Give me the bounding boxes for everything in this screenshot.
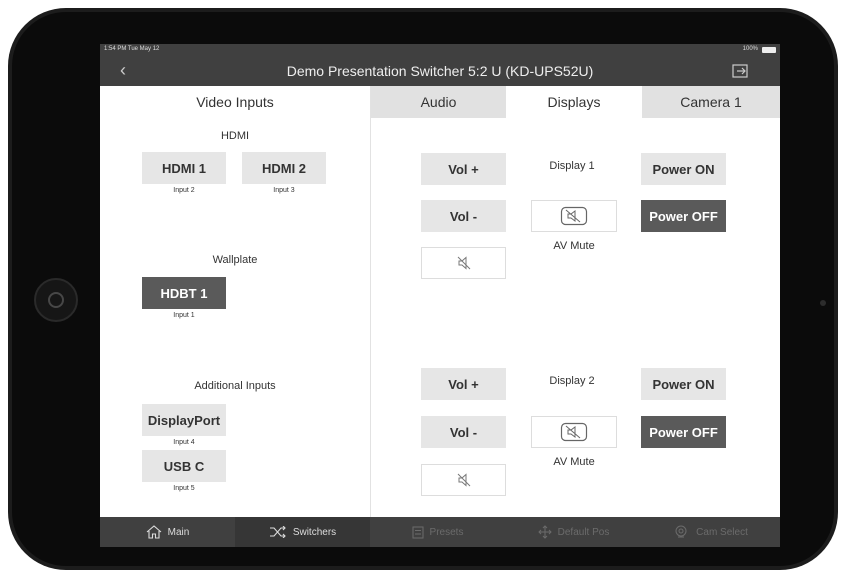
camera-select-icon	[675, 525, 687, 538]
input-hdbt-1-sub: Input 1	[173, 312, 195, 319]
input-hdmi-1-sub: Input 2	[173, 187, 195, 194]
tab-displays[interactable]: Displays	[506, 86, 642, 118]
input-usb-c-button[interactable]: USB C	[142, 450, 226, 482]
home-hardware-button[interactable]	[34, 278, 78, 322]
tab-camera-1[interactable]: Camera 1	[642, 86, 780, 118]
nav-main[interactable]: Main	[100, 517, 235, 547]
nav-presets[interactable]: Presets	[370, 517, 505, 547]
tab-audio[interactable]: Audio	[371, 86, 506, 118]
title-bar: ‹ Demo Presentation Switcher 5:2 U (KD-U…	[100, 56, 780, 86]
input-hdmi-2-button[interactable]: HDMI 2	[242, 152, 326, 184]
display-1-power-off-button[interactable]: Power OFF	[641, 200, 726, 232]
display-2-vol-up-button[interactable]: Vol +	[421, 368, 506, 400]
input-hdbt-1-button[interactable]: HDBT 1	[142, 277, 226, 309]
battery-percent: 100%	[742, 46, 758, 52]
hdmi-group-label: HDMI	[220, 130, 250, 142]
home-icon	[146, 525, 162, 539]
display-2-audio-mute-button[interactable]	[421, 464, 506, 496]
bottom-nav: Main Switchers Presets Default Pos Cam S…	[100, 517, 780, 547]
nav-default-pos[interactable]: Default Pos	[505, 517, 642, 547]
video-inputs-title: Video Inputs	[196, 94, 274, 110]
av-mute-icon	[560, 206, 588, 226]
speaker-mute-icon	[457, 473, 470, 487]
display-2-power-off-button[interactable]: Power OFF	[641, 416, 726, 448]
input-displayport-button[interactable]: DisplayPort	[142, 404, 226, 436]
input-displayport-sub: Input 4	[173, 439, 195, 446]
display-1-vol-up-button[interactable]: Vol +	[421, 153, 506, 185]
input-hdmi-1-button[interactable]: HDMI 1	[142, 152, 226, 184]
nav-switchers-label: Switchers	[292, 526, 337, 538]
display-1-vol-down-button[interactable]: Vol -	[421, 200, 506, 232]
display-2-av-mute-label: AV Mute	[553, 456, 595, 468]
wallplate-group-label: Wallplate	[212, 254, 258, 266]
display-1-label: Display 1	[549, 160, 595, 172]
display-2-power-on-button[interactable]: Power ON	[641, 368, 726, 400]
nav-cam-select-label: Cam Select	[696, 526, 748, 538]
front-camera-dot	[820, 300, 826, 306]
speaker-mute-icon	[457, 256, 470, 270]
displays-panel: Vol + Vol - Display 1 AV Mute Power ON P…	[371, 118, 780, 517]
input-usb-c-sub: Input 5	[173, 485, 195, 492]
display-1-power-on-button[interactable]: Power ON	[641, 153, 726, 185]
input-hdmi-2-sub: Input 3	[273, 187, 295, 194]
move-arrows-icon	[537, 525, 552, 539]
display-1-audio-mute-button[interactable]	[421, 247, 506, 279]
battery-icon	[762, 47, 776, 53]
presets-icon	[412, 526, 424, 538]
display-1-av-mute-label: AV Mute	[553, 240, 595, 252]
display-2-av-mute-button[interactable]	[531, 416, 617, 448]
video-inputs-panel: Video Inputs HDMI HDMI 1 Input 2 HDMI 2 …	[100, 86, 370, 517]
page-title: Demo Presentation Switcher 5:2 U (KD-UPS…	[286, 63, 594, 79]
app-screen: 1:54 PM Tue May 12 100% ‹ Demo Presentat…	[100, 44, 780, 547]
additional-inputs-group-label: Additional Inputs	[194, 380, 276, 392]
nav-main-label: Main	[167, 526, 190, 538]
display-2-label: Display 2	[549, 375, 595, 387]
shuffle-icon	[269, 526, 286, 538]
nav-default-pos-label: Default Pos	[557, 526, 610, 538]
status-time: 1:54 PM Tue May 12	[104, 46, 160, 52]
nav-cam-select[interactable]: Cam Select	[642, 517, 780, 547]
display-2-vol-down-button[interactable]: Vol -	[421, 416, 506, 448]
tab-bar: Audio Displays Camera 1	[371, 86, 780, 118]
av-mute-icon	[560, 422, 588, 442]
display-1-av-mute-button[interactable]	[531, 200, 617, 232]
exit-icon[interactable]	[732, 63, 750, 79]
nav-presets-label: Presets	[429, 526, 464, 538]
nav-switchers[interactable]: Switchers	[235, 517, 370, 547]
status-bar: 1:54 PM Tue May 12 100%	[100, 44, 780, 56]
